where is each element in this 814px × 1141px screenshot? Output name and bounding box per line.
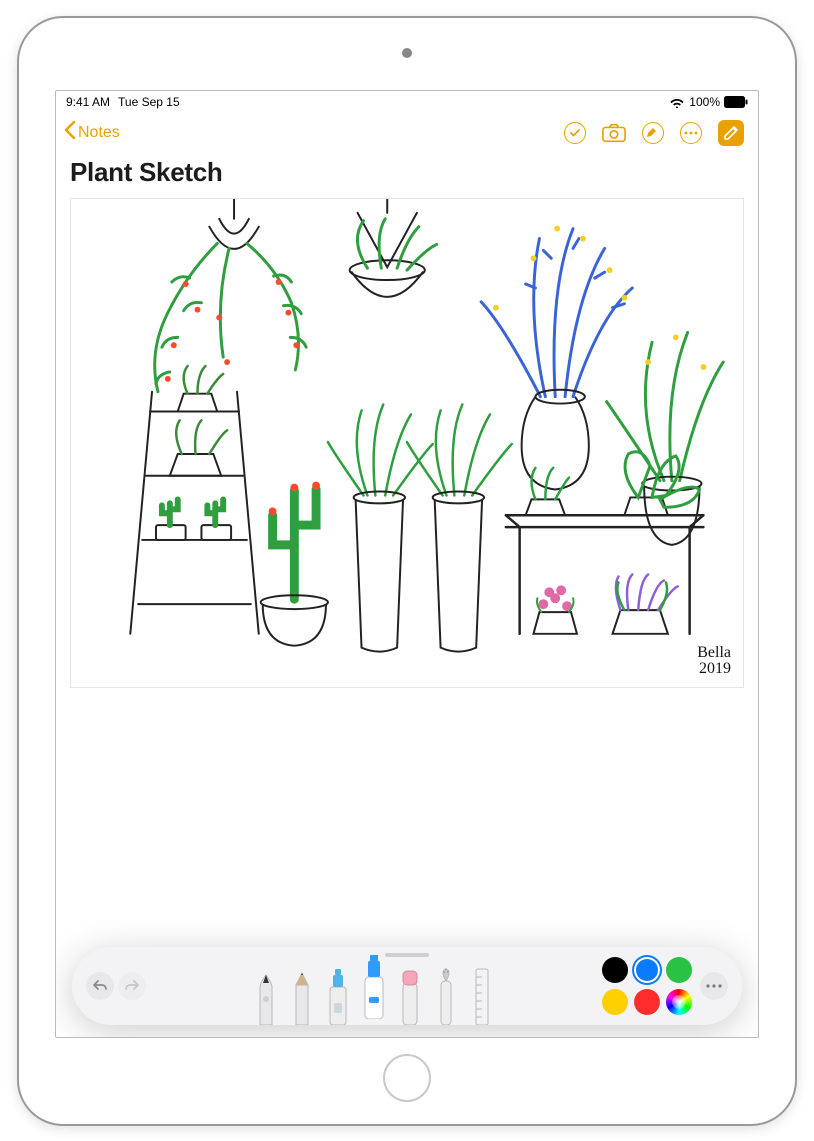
swatch-blue[interactable]: [634, 957, 660, 983]
tool-pen[interactable]: [252, 961, 280, 1025]
tool-marker[interactable]: [324, 961, 352, 1025]
status-bar: 9:41 AM Tue Sep 15 100%: [56, 91, 758, 113]
tool-tray: [154, 947, 594, 1025]
swatch-black[interactable]: [602, 957, 628, 983]
markup-toolbar[interactable]: [72, 947, 742, 1025]
sketch-canvas[interactable]: Bella 2019: [70, 198, 744, 688]
chevron-left-icon: [64, 121, 76, 144]
color-swatches: [602, 957, 692, 1015]
swatch-green[interactable]: [666, 957, 692, 983]
front-camera: [402, 48, 412, 58]
swatch-yellow[interactable]: [602, 989, 628, 1015]
battery-percent: 100%: [689, 95, 720, 109]
home-button[interactable]: [383, 1054, 431, 1102]
toolbar-more-icon[interactable]: [700, 972, 728, 1000]
checklist-icon[interactable]: [564, 122, 586, 144]
status-time: 9:41 AM: [66, 95, 110, 109]
nav-bar: Notes: [56, 113, 758, 153]
sketch-signature: Bella 2019: [697, 645, 731, 677]
tool-lasso[interactable]: [432, 961, 460, 1025]
wifi-icon: [669, 96, 685, 108]
tool-highlighter[interactable]: [360, 955, 388, 1019]
tool-pencil[interactable]: [288, 961, 316, 1025]
camera-icon[interactable]: [602, 121, 626, 145]
color-picker-icon[interactable]: [666, 989, 692, 1015]
more-icon[interactable]: [680, 122, 702, 144]
swatch-red[interactable]: [634, 989, 660, 1015]
tool-eraser[interactable]: [396, 961, 424, 1025]
back-button[interactable]: Notes: [64, 121, 120, 144]
plant-sketch-drawing: [71, 199, 743, 683]
ipad-frame: 9:41 AM Tue Sep 15 100% Notes: [17, 16, 797, 1126]
status-date: Tue Sep 15: [118, 95, 180, 109]
markup-pen-icon[interactable]: [642, 122, 664, 144]
screen: 9:41 AM Tue Sep 15 100% Notes: [55, 90, 759, 1038]
redo-button[interactable]: [118, 972, 146, 1000]
note-title: Plant Sketch: [56, 153, 758, 198]
compose-icon[interactable]: [718, 120, 744, 146]
back-label: Notes: [78, 124, 120, 142]
tool-ruler[interactable]: [468, 961, 496, 1025]
undo-button[interactable]: [86, 972, 114, 1000]
toolbar-grabber[interactable]: [385, 953, 429, 957]
battery-icon: [724, 96, 748, 108]
